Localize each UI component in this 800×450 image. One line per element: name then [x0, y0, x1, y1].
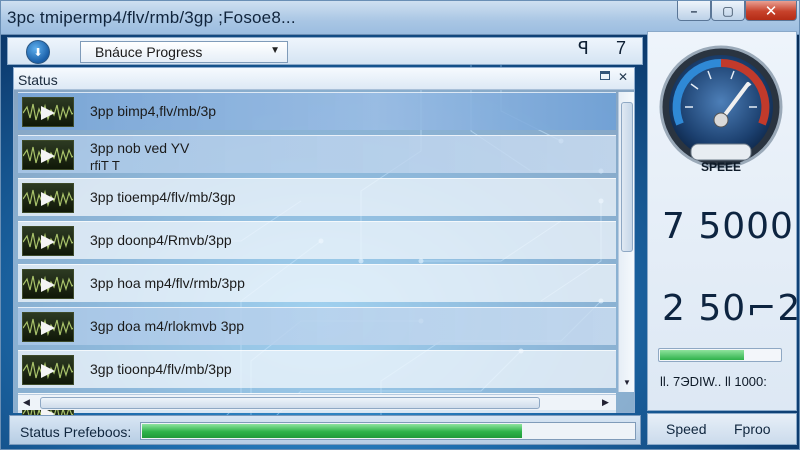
scroll-right-icon[interactable]: ▶ [602, 397, 609, 408]
video-thumbnail [22, 97, 74, 127]
horizontal-scrollbar[interactable]: ◀ ▶ [18, 394, 616, 410]
list-item[interactable]: 3gp tioonp4/flv/mb/3pp [18, 350, 616, 388]
video-thumbnail [22, 312, 74, 342]
list-item-title: 3gp doa m4/rlokmvb 3pp [90, 318, 245, 334]
chevron-down-icon: ▼ [270, 45, 280, 56]
list-item-subtitle: rfiT T [90, 158, 120, 173]
list-item-title: 3pp nob ved YV [90, 140, 190, 156]
list-header-status: Status [18, 72, 58, 88]
download-list-panel: Status ✕ 3pp bimp4,flv/mb/3p 3pp nob ved … [13, 67, 635, 428]
toolbar-glyph-1[interactable]: ꟼ [578, 38, 589, 59]
progress-dropdown-value: Bnáuce Progress [95, 44, 203, 60]
progress-dropdown[interactable]: Bnáuce Progress ▼ [80, 41, 288, 63]
list-header: Status ✕ [14, 68, 634, 90]
vertical-scrollbar[interactable]: ▼ [618, 92, 634, 392]
scroll-down-icon[interactable]: ▼ [623, 378, 631, 387]
list-item[interactable]: 3pp tioemp4/flv/mb/3gp [18, 178, 616, 216]
title-bar: 3pc tmipermp4/flv/rmb/3gp ;Fosoe8... – ▢… [1, 1, 799, 35]
list-item[interactable]: 3gp doa m4/rlokmvb 3pp [18, 307, 616, 345]
scroll-left-icon[interactable]: ◀ [23, 397, 30, 408]
minimize-button[interactable]: – [677, 1, 711, 21]
vertical-scroll-thumb[interactable] [621, 102, 633, 252]
list-item[interactable]: 3pp bimp4,flv/mb/3p [18, 92, 616, 130]
maximize-button[interactable]: ▢ [711, 1, 745, 21]
video-thumbnail [22, 226, 74, 256]
horizontal-scroll-thumb[interactable] [40, 397, 540, 409]
video-thumbnail [22, 355, 74, 385]
list-item-title: 3pp tioemp4/flv/mb/3gp [90, 189, 236, 205]
app-window: 3pc tmipermp4/flv/rmb/3gp ;Fosoe8... – ▢… [0, 0, 800, 450]
status-bar: Status Prefeboos: [9, 415, 641, 445]
status-progress-bar [140, 422, 636, 440]
status-progress-fill [142, 424, 523, 438]
play-icon [41, 106, 55, 120]
close-icon[interactable]: ✕ [618, 70, 628, 84]
toolbar: ⬇ Bnáuce Progress ▼ ꟼ 7 [7, 37, 643, 65]
side-footer: Speed Fproo [647, 413, 797, 445]
toolbar-glyph-2[interactable]: 7 [616, 38, 626, 59]
status-label: Status Prefeboos: [20, 424, 132, 440]
window-title: 3pc tmipermp4/flv/rmb/3gp ;Fosoe8... [7, 8, 296, 27]
list-item[interactable]: 3pp doonp4/Rmvb/3pp [18, 221, 616, 259]
speed-value-primary: 7 5000 [662, 206, 794, 247]
speed-progress-bar [658, 348, 782, 362]
speed-progress-fill [660, 350, 744, 360]
list-item-title: 3pp hoa mp4/flv/rmb/3pp [90, 275, 245, 291]
download-icon[interactable]: ⬇ [26, 40, 50, 64]
video-thumbnail [22, 183, 74, 213]
play-icon [41, 149, 55, 163]
play-icon [41, 278, 55, 292]
video-thumbnail [22, 269, 74, 299]
play-icon [41, 364, 55, 378]
gauge-label: SPEEE [700, 160, 742, 174]
speed-label[interactable]: Speed [666, 421, 706, 437]
close-button[interactable]: ✕ [745, 1, 797, 21]
speed-panel: SPEEE 7 5000 2 50⌐2 ll. 7ЭDIW.. ll 1000: [647, 31, 800, 411]
window-icon[interactable] [600, 71, 610, 80]
speed-stats: ll. 7ЭDIW.. ll 1000: [660, 374, 767, 389]
list-item-title: 3pp doonp4/Rmvb/3pp [90, 232, 232, 248]
speed-value-secondary: 2 50⌐2 [662, 288, 800, 329]
play-icon [41, 235, 55, 249]
list-item[interactable]: 3pp hoa mp4/flv/rmb/3pp [18, 264, 616, 302]
fproo-label[interactable]: Fproo [734, 421, 771, 437]
play-icon [41, 192, 55, 206]
list-item[interactable]: 3pp nob ved YV rfiT T [18, 135, 616, 173]
video-thumbnail [22, 140, 74, 170]
play-icon [41, 321, 55, 335]
list-item-title: 3pp bimp4,flv/mb/3p [90, 103, 217, 119]
list-item-title: 3gp tioonp4/flv/mb/3pp [90, 361, 232, 377]
speedometer-icon [659, 45, 783, 169]
